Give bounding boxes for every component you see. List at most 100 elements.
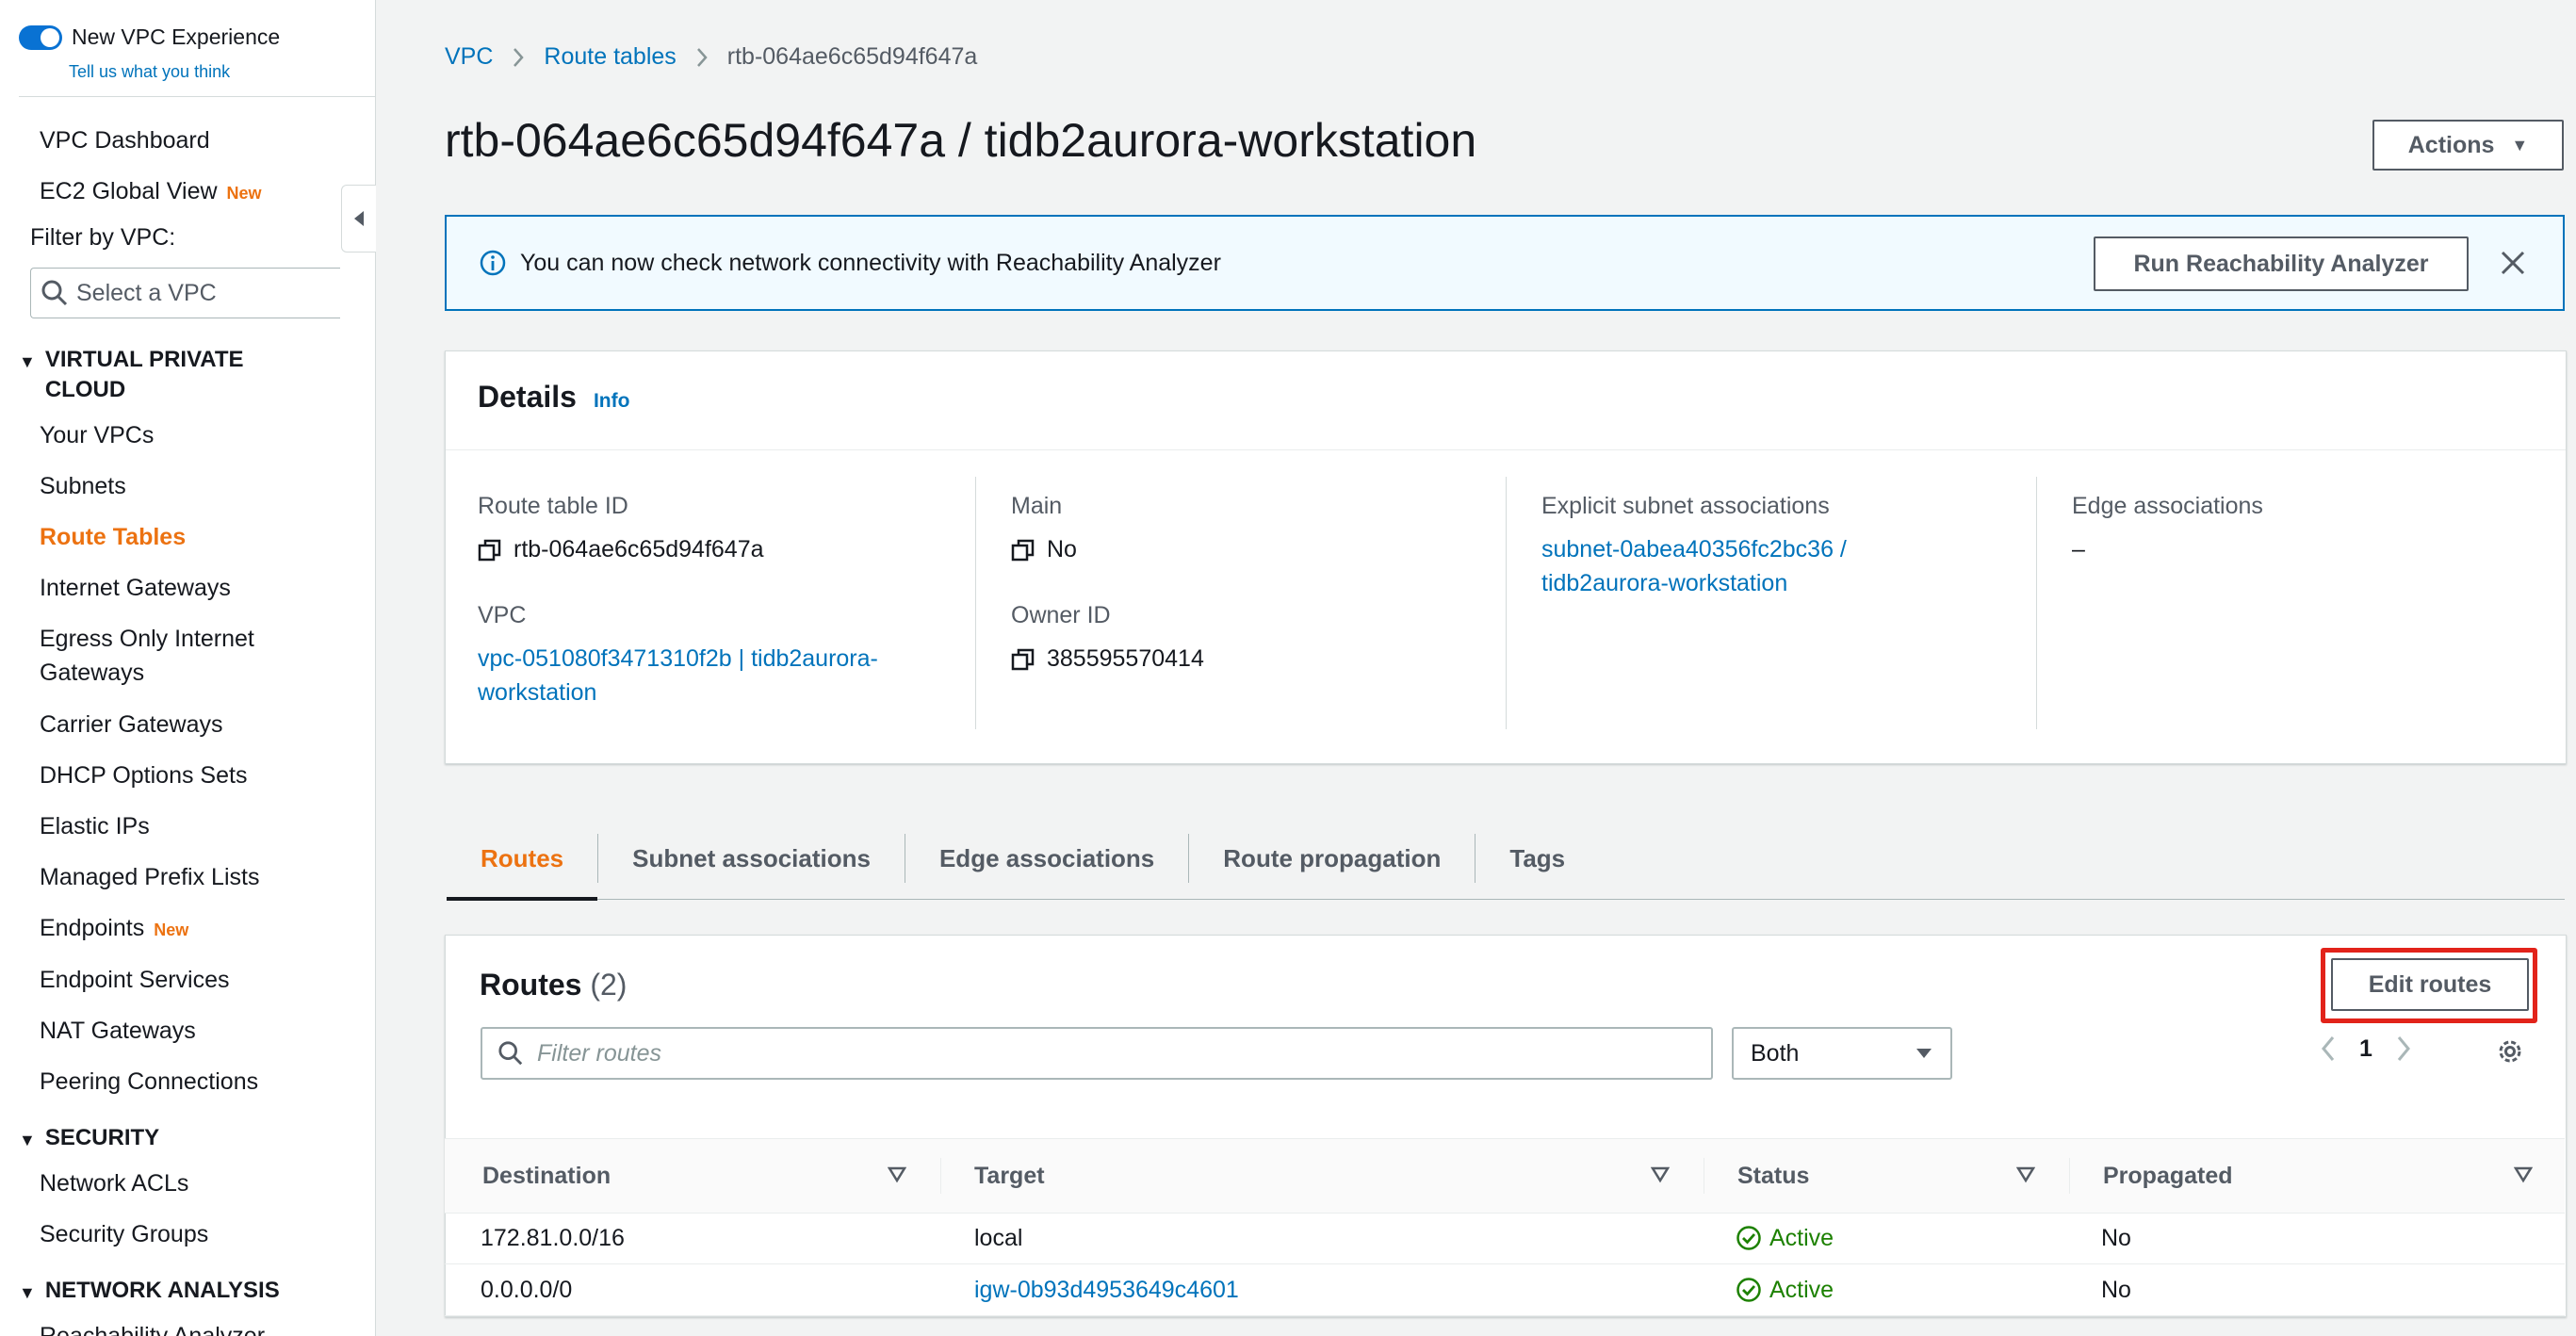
tab-edge-associations[interactable]: Edge associations bbox=[905, 818, 1188, 899]
sidebar-item-peering-connections[interactable]: Peering Connections bbox=[40, 1065, 258, 1099]
filter-by-vpc-label: Filter by VPC: bbox=[30, 224, 176, 251]
search-icon bbox=[497, 1040, 524, 1067]
sidebar-item-label: Peering Connections bbox=[40, 1068, 259, 1095]
collapse-sidebar-button[interactable] bbox=[341, 185, 376, 253]
tab-routes[interactable]: Routes bbox=[447, 818, 598, 901]
column-divider bbox=[975, 477, 976, 729]
sidebar-item-endpoint-services[interactable]: Endpoint Services bbox=[40, 963, 230, 997]
sidebar-item-label: DHCP Options Sets bbox=[40, 762, 248, 789]
filter-routes-placeholder: Filter routes bbox=[537, 1039, 661, 1067]
sidebar-item-dhcp-options-sets[interactable]: DHCP Options Sets bbox=[40, 758, 247, 792]
sort-icon[interactable] bbox=[2015, 1165, 2036, 1189]
vpc-link[interactable]: vpc-051080f3471310f2b | tidb2aurora- wor… bbox=[478, 642, 878, 709]
sidebar-item-ec2-global-view[interactable]: EC2 Global View New bbox=[40, 174, 262, 210]
new-badge: New bbox=[226, 184, 262, 203]
sidebar-item-label: Elastic IPs bbox=[40, 813, 150, 839]
table-row[interactable]: 0.0.0.0/0 igw-0b93d4953649c4601 Active N… bbox=[445, 1264, 2565, 1316]
column-header-destination[interactable]: Destination bbox=[482, 1139, 611, 1213]
edge-associations-label: Edge associations bbox=[2072, 493, 2263, 519]
copy-icon[interactable] bbox=[1011, 538, 1035, 562]
breadcrumb-current: rtb-064ae6c65d94f647a bbox=[726, 43, 978, 70]
column-separator bbox=[940, 1158, 941, 1194]
run-reachability-analyzer-button[interactable]: Run Reachability Analyzer bbox=[2094, 236, 2469, 291]
owner-id-label: Owner ID bbox=[1011, 602, 1111, 628]
sidebar-item-label: Your VPCs bbox=[40, 422, 155, 448]
copy-icon[interactable] bbox=[478, 538, 502, 562]
sort-icon[interactable] bbox=[2513, 1165, 2534, 1189]
section-title: VIRTUAL PRIVATE CLOUD bbox=[44, 347, 244, 402]
status-text: Active bbox=[1769, 1224, 1834, 1251]
sidebar-item-label: NAT Gateways bbox=[40, 1018, 196, 1044]
sidebar-item-security-groups[interactable]: Security Groups bbox=[40, 1217, 208, 1251]
sidebar-item-vpc-dashboard[interactable]: VPC Dashboard bbox=[40, 123, 210, 157]
sidebar-divider bbox=[19, 96, 375, 97]
chevron-right-icon bbox=[512, 46, 525, 69]
info-link[interactable]: Info bbox=[594, 390, 629, 413]
section-network-analysis[interactable]: ▼ NETWORK ANALYSIS bbox=[19, 1276, 280, 1308]
chevron-right-icon[interactable] bbox=[2395, 1035, 2412, 1063]
new-vpc-experience-toggle[interactable] bbox=[19, 24, 62, 50]
sidebar-item-endpoints[interactable]: Endpoints New bbox=[40, 911, 188, 947]
sidebar-item-label: Subnets bbox=[40, 473, 126, 499]
cell-status: Active bbox=[1736, 1264, 1834, 1315]
actions-button[interactable]: Actions ▼ bbox=[2372, 120, 2564, 171]
cell-destination: 172.81.0.0/16 bbox=[481, 1224, 625, 1251]
sidebar-item-label: Route Tables bbox=[40, 524, 187, 550]
feedback-link[interactable]: Tell us what you think bbox=[69, 62, 230, 82]
vpc-filter-select[interactable]: Select a VPC bbox=[30, 268, 340, 318]
sidebar-item-managed-prefix-lists[interactable]: Managed Prefix Lists bbox=[40, 860, 259, 894]
sidebar-item-egress-only-internet-gateways[interactable]: Egress Only Internet Gateways bbox=[40, 622, 303, 690]
tab-route-propagation[interactable]: Route propagation bbox=[1189, 818, 1475, 899]
section-virtual-private-cloud[interactable]: ▼ VIRTUAL PRIVATE CLOUD bbox=[19, 345, 290, 405]
check-circle-icon bbox=[1736, 1278, 1761, 1302]
sidebar-item-internet-gateways[interactable]: Internet Gateways bbox=[40, 571, 231, 605]
vpc-label: VPC bbox=[478, 602, 527, 628]
sidebar-item-carrier-gateways[interactable]: Carrier Gateways bbox=[40, 708, 223, 741]
subnet-link[interactable]: subnet-0abea40356fc2bc36 / tidb2aurora-w… bbox=[1541, 532, 1847, 600]
column-header-target[interactable]: Target bbox=[974, 1139, 1045, 1213]
subnet-link-line: tidb2aurora-workstation bbox=[1541, 570, 1788, 596]
routes-title-text: Routes bbox=[480, 968, 582, 1002]
sidebar-item-elastic-ips[interactable]: Elastic IPs bbox=[40, 809, 150, 843]
sidebar-item-reachability-analyzer[interactable]: Reachability Analyzer bbox=[40, 1319, 265, 1336]
chevron-left-icon[interactable] bbox=[2320, 1035, 2337, 1063]
sidebar-item-subnets[interactable]: Subnets bbox=[40, 469, 126, 503]
pagination: 1 bbox=[2320, 1035, 2412, 1063]
route-table-id-value: rtb-064ae6c65d94f647a bbox=[478, 536, 764, 563]
caret-down-icon bbox=[1915, 1047, 1933, 1060]
check-circle-icon bbox=[1736, 1226, 1761, 1250]
gear-icon[interactable] bbox=[2495, 1036, 2525, 1071]
sidebar-item-network-acls[interactable]: Network ACLs bbox=[40, 1166, 188, 1200]
close-icon[interactable] bbox=[2497, 247, 2529, 284]
filter-routes-input[interactable]: Filter routes bbox=[481, 1027, 1713, 1080]
edge-associations-value: – bbox=[2072, 536, 2085, 562]
sidebar-item-your-vpcs[interactable]: Your VPCs bbox=[40, 418, 154, 452]
tab-tags[interactable]: Tags bbox=[1475, 818, 1599, 899]
copy-icon[interactable] bbox=[1011, 647, 1035, 672]
sort-icon[interactable] bbox=[887, 1165, 907, 1189]
breadcrumb: VPC Route tables rtb-064ae6c65d94f647a bbox=[445, 43, 977, 71]
sidebar-item-route-tables[interactable]: Route Tables bbox=[40, 520, 186, 554]
breadcrumb-route-tables[interactable]: Route tables bbox=[544, 43, 676, 71]
new-vpc-experience-toggle-row[interactable]: New VPC Experience bbox=[19, 24, 280, 50]
sidebar-item-label: Endpoint Services bbox=[40, 967, 230, 993]
column-header-status[interactable]: Status bbox=[1737, 1139, 1809, 1213]
column-header-propagated[interactable]: Propagated bbox=[2103, 1139, 2233, 1213]
explicit-subnet-associations-label: Explicit subnet associations bbox=[1541, 493, 1830, 519]
section-security[interactable]: ▼ SECURITY bbox=[19, 1123, 159, 1155]
propagation-filter-select[interactable]: Both bbox=[1732, 1027, 1952, 1080]
caret-down-icon: ▼ bbox=[19, 1131, 36, 1149]
tab-subnet-associations[interactable]: Subnet associations bbox=[598, 818, 905, 899]
sidebar-item-nat-gateways[interactable]: NAT Gateways bbox=[40, 1014, 196, 1048]
page-title: rtb-064ae6c65d94f647a / tidb2aurora-work… bbox=[445, 114, 1477, 167]
details-title: Details bbox=[478, 380, 577, 414]
cell-target: local bbox=[974, 1224, 1023, 1251]
table-row[interactable]: 172.81.0.0/16 local Active No bbox=[445, 1213, 2565, 1264]
cell-target-link[interactable]: igw-0b93d4953649c4601 bbox=[974, 1264, 1239, 1315]
breadcrumb-vpc[interactable]: VPC bbox=[445, 43, 493, 71]
page-number[interactable]: 1 bbox=[2359, 1035, 2372, 1063]
sidebar-item-label: Reachability Analyzer bbox=[40, 1323, 266, 1336]
section-title: NETWORK ANALYSIS bbox=[44, 1278, 280, 1303]
sidebar-item-label: VPC Dashboard bbox=[40, 127, 210, 154]
sort-icon[interactable] bbox=[1650, 1165, 1671, 1189]
